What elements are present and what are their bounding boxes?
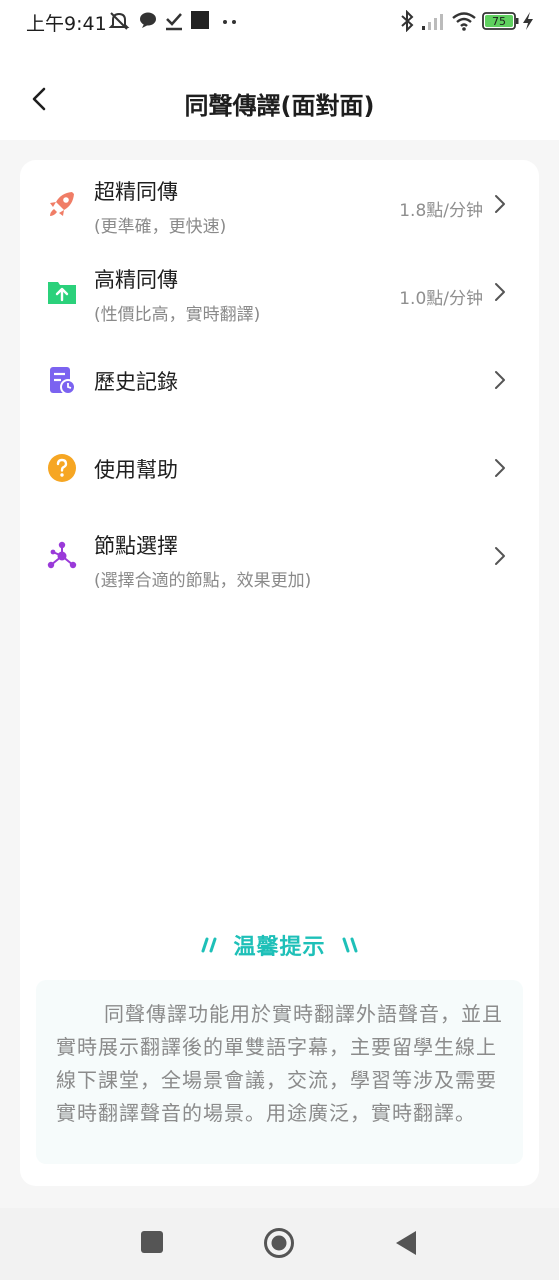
chevron-right-icon (495, 459, 505, 477)
folder-upload-icon (46, 276, 78, 308)
menu-item-subtitle: (性價比高，實時翻譯) (94, 305, 261, 325)
bluetooth-icon (399, 9, 415, 36)
menu-item-history[interactable]: 歷史記錄 (20, 340, 539, 420)
chevron-right-icon (495, 371, 505, 389)
menu-item-subtitle: (選擇合適的節點，效果更加) (94, 571, 312, 591)
menu-item-node-select[interactable]: 節點選擇 (選擇合適的節點，效果更加) (20, 516, 539, 596)
menu-item-title: 使用幫助 (94, 458, 178, 482)
menu-item-price: 1.8點/分钟 (399, 201, 483, 221)
charging-bolt-icon (521, 10, 535, 36)
menu-item-super-precise[interactable]: 超精同傳 (更準確，更快速) 1.8點/分钟 (20, 164, 539, 244)
menu-card: 超精同傳 (更準確，更快速) 1.8點/分钟 高精同傳 (性價比高，實時翻譯) … (20, 160, 539, 1186)
tip-header: 温馨提示 (20, 928, 539, 962)
history-icon (46, 364, 78, 396)
more-dots-icon (220, 10, 240, 34)
download-done-icon (164, 10, 184, 36)
menu-item-help[interactable]: 使用幫助 (20, 428, 539, 508)
status-bar: 上午9:41 75 (0, 0, 559, 42)
tip-text: 同聲傳譯功能用於實時翻譯外語聲音，並且實時展示翻譯後的單雙語字幕，主要留學生線上… (56, 1002, 503, 1125)
menu-item-price: 1.0點/分钟 (399, 289, 483, 309)
battery-level: 75 (492, 15, 506, 28)
square-notification-icon (190, 10, 210, 34)
tip-title: 温馨提示 (233, 935, 326, 960)
back-nav-button[interactable] (394, 1229, 418, 1261)
menu-item-title: 節點選擇 (94, 534, 178, 558)
chevron-right-icon (495, 547, 505, 565)
menu-item-title: 超精同傳 (94, 180, 178, 204)
chevron-right-icon (495, 283, 505, 301)
app-header: 同聲傳譯(面對面) (0, 42, 559, 140)
tip-box: 同聲傳譯功能用於實時翻譯外語聲音，並且實時展示翻譯後的單雙語字幕，主要留學生線上… (36, 980, 523, 1164)
wifi-icon (451, 10, 477, 36)
menu-item-subtitle: (更準確，更快速) (94, 217, 227, 237)
chevron-right-icon (495, 195, 505, 213)
recents-button[interactable] (140, 1230, 164, 1258)
page-title: 同聲傳譯(面對面) (184, 92, 375, 120)
menu-item-title: 歷史記錄 (94, 370, 178, 394)
triangle-back-icon (396, 1231, 416, 1255)
menu-item-title: 高精同傳 (94, 268, 178, 292)
square-icon (141, 1231, 163, 1253)
help-icon (46, 452, 78, 484)
status-time: 上午9:41 (26, 13, 107, 35)
menu-item-high-precise[interactable]: 高精同傳 (性價比高，實時翻譯) 1.0點/分钟 (20, 252, 539, 332)
system-nav-bar (0, 1208, 559, 1280)
home-button[interactable] (263, 1227, 295, 1263)
mute-bell-icon (108, 10, 130, 36)
tip-decoration-right-icon (342, 937, 357, 953)
battery-icon: 75 (482, 11, 520, 35)
tip-decoration-left-icon (201, 937, 217, 953)
home-circle-icon (264, 1228, 294, 1258)
chat-bubble-icon (138, 10, 158, 34)
signal-icon (421, 10, 447, 36)
node-icon (46, 540, 78, 572)
rocket-icon (46, 188, 78, 220)
